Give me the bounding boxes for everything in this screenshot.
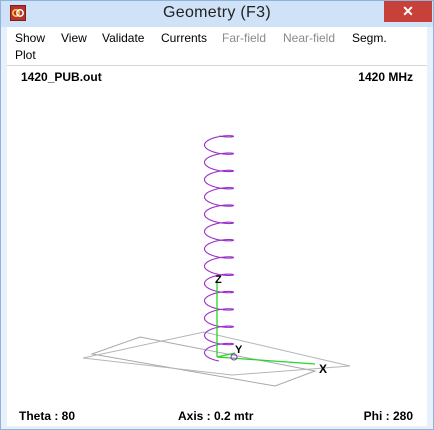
axis-readout: Axis : 0.2 mtr xyxy=(178,409,254,423)
y-axis-label: Y xyxy=(235,344,243,356)
window-title: Geometry (F3) xyxy=(163,4,271,21)
x-axis-label: X xyxy=(319,362,327,376)
geometry-window: Geometry (F3) ✕ Show View Validate Curre… xyxy=(0,0,434,430)
menu-bar: Show View Validate Currents Far-field Ne… xyxy=(7,27,427,65)
theta-readout: Theta : 80 xyxy=(19,409,76,423)
helix-antenna xyxy=(203,135,235,362)
menu-currents[interactable]: Currents xyxy=(161,30,207,46)
close-button[interactable]: ✕ xyxy=(384,1,432,22)
menu-far-field[interactable]: Far-field xyxy=(222,30,266,46)
antenna-scene: Z Y X xyxy=(82,135,351,387)
z-axis-label: Z xyxy=(215,274,222,286)
phi-readout: Phi : 280 xyxy=(363,409,413,423)
close-icon: ✕ xyxy=(402,3,414,19)
menu-near-field[interactable]: Near-field xyxy=(283,30,335,46)
geometry-view[interactable]: 1420_PUB.out 1420 MHz Z Y X Theta : 80 A… xyxy=(7,65,427,426)
menu-segm[interactable]: Segm. xyxy=(352,30,387,46)
menu-view[interactable]: View xyxy=(61,30,87,46)
menu-plot[interactable]: Plot xyxy=(15,47,36,63)
menu-validate[interactable]: Validate xyxy=(102,30,144,46)
title-bar[interactable]: Geometry (F3) ✕ xyxy=(1,1,433,27)
menu-show[interactable]: Show xyxy=(15,30,45,46)
